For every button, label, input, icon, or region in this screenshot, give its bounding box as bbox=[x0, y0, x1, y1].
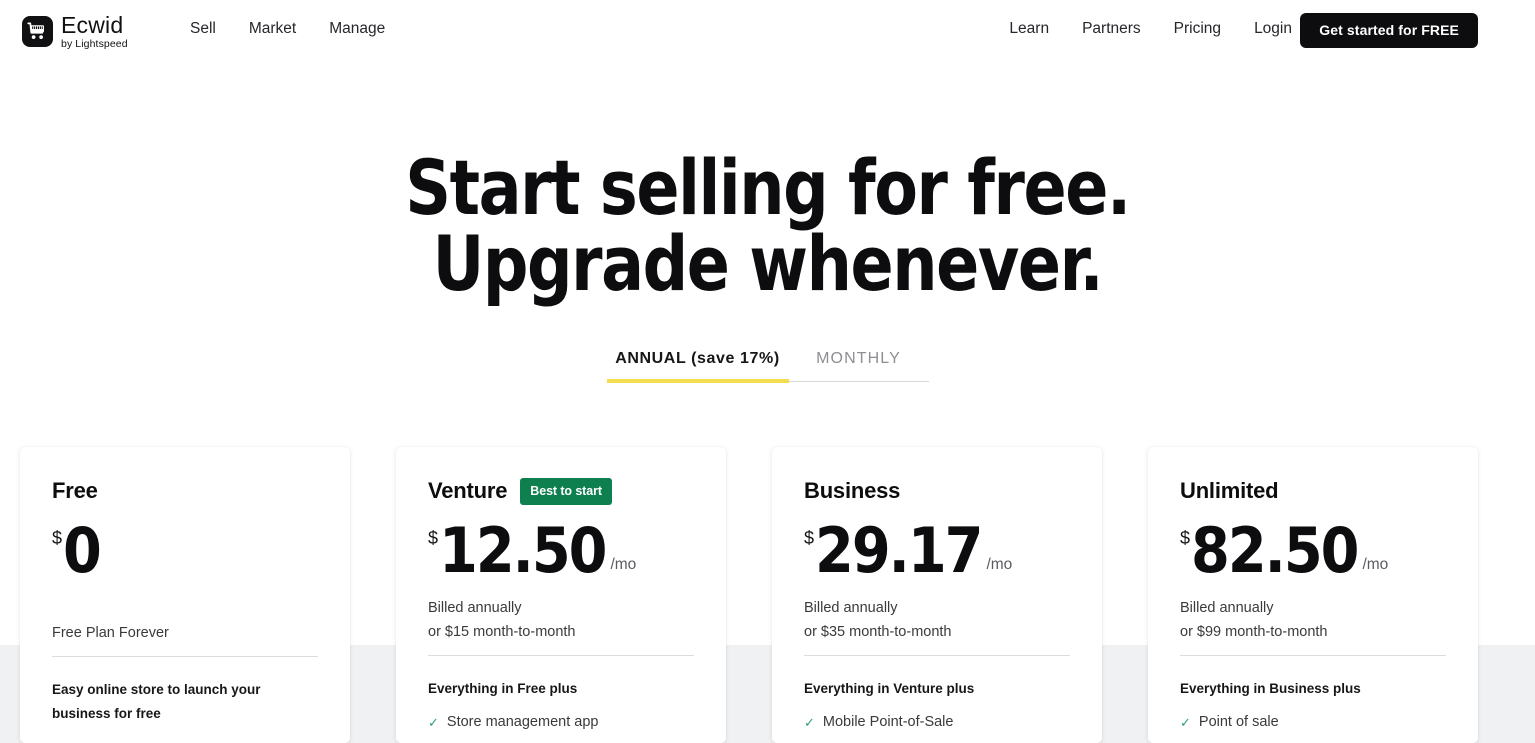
plan-name: Venture bbox=[428, 478, 508, 503]
nav-item-login[interactable]: Login bbox=[1254, 20, 1292, 38]
features-heading: Everything in Free plus bbox=[428, 681, 578, 696]
primary-nav: Sell Market Manage bbox=[190, 20, 385, 38]
price-period: /mo bbox=[986, 556, 1013, 573]
pricing-cards: Free $ 0 Free Plan Forever Easy online s… bbox=[0, 447, 1535, 743]
list-item: ✓ Mobile Point-of-Sale bbox=[804, 713, 1070, 732]
hero-line-2: Upgrade whenever. bbox=[432, 219, 1104, 308]
billing-line-1: Billed annually bbox=[428, 600, 522, 616]
currency-symbol: $ bbox=[804, 528, 815, 548]
currency-symbol: $ bbox=[1180, 528, 1191, 548]
list-item: ✓ Store management app bbox=[428, 713, 694, 732]
features-heading: Easy online store to launch your busines… bbox=[52, 682, 261, 721]
plan-name: Unlimited bbox=[1180, 478, 1279, 503]
plan-card-unlimited[interactable]: Unlimited $ 82.50 /mo Billed annually or… bbox=[1148, 447, 1478, 743]
check-icon: ✓ bbox=[1180, 715, 1191, 730]
billing-note: Billed annually or $15 month-to-month bbox=[428, 596, 694, 644]
price-value: 12.50 bbox=[439, 514, 607, 588]
billing-note: Billed annually or $35 month-to-month bbox=[804, 596, 1070, 644]
list-item: ✓ Point of sale bbox=[1180, 713, 1446, 732]
features-list: ✓ Mobile Point-of-Sale bbox=[804, 713, 1070, 732]
plan-card-venture[interactable]: Venture Best to start $ 12.50 /mo Billed… bbox=[396, 447, 726, 743]
nav-item-pricing[interactable]: Pricing bbox=[1174, 20, 1221, 38]
status-badge: Best to start bbox=[520, 477, 612, 505]
shopping-cart-icon bbox=[22, 16, 53, 48]
feature-label: Mobile Point-of-Sale bbox=[822, 714, 954, 730]
features-list: ✓ Store management app bbox=[428, 713, 694, 732]
plan-price: $ 82.50 /mo bbox=[1180, 514, 1446, 588]
logo-subtitle: by Lightspeed bbox=[61, 38, 128, 50]
nav-item-learn[interactable]: Learn bbox=[1009, 20, 1049, 38]
card-divider bbox=[428, 655, 694, 656]
get-started-button[interactable]: Get started for FREE bbox=[1300, 13, 1478, 48]
tab-annual[interactable]: ANNUAL (save 17%) bbox=[606, 350, 789, 383]
billing-line-2: or $15 month-to-month bbox=[428, 624, 576, 640]
billing-line-2: or $99 month-to-month bbox=[1180, 624, 1328, 640]
currency-symbol: $ bbox=[52, 528, 63, 548]
card-divider bbox=[1180, 655, 1446, 656]
hero-line-1: Start selling for free. bbox=[405, 143, 1131, 232]
tab-monthly-label: MONTHLY bbox=[816, 350, 901, 367]
check-icon: ✓ bbox=[428, 715, 439, 730]
feature-label: Store management app bbox=[446, 714, 599, 730]
feature-label: Point of sale bbox=[1198, 714, 1279, 730]
card-divider bbox=[804, 655, 1070, 656]
price-value: 82.50 bbox=[1191, 514, 1359, 588]
card-divider bbox=[52, 656, 318, 657]
currency-symbol: $ bbox=[428, 528, 439, 548]
plan-header: Free bbox=[52, 477, 318, 505]
secondary-nav: Learn Partners Pricing Login bbox=[1009, 20, 1292, 38]
check-icon: ✓ bbox=[804, 715, 815, 730]
price-period: /mo bbox=[610, 556, 637, 573]
nav-item-sell[interactable]: Sell bbox=[190, 20, 216, 38]
tab-annual-label: ANNUAL (save 17%) bbox=[615, 350, 780, 367]
nav-item-partners[interactable]: Partners bbox=[1082, 20, 1141, 38]
plan-card-free[interactable]: Free $ 0 Free Plan Forever Easy online s… bbox=[20, 447, 350, 743]
ecwid-logo[interactable]: Ecwid by Lightspeed bbox=[22, 14, 128, 50]
tab-monthly[interactable]: MONTHLY bbox=[788, 350, 929, 382]
plan-price: $ 29.17 /mo bbox=[804, 514, 1070, 588]
billing-note: Free Plan Forever bbox=[52, 621, 318, 645]
price-value: 29.17 bbox=[815, 514, 983, 588]
billing-period-toggle: ANNUAL (save 17%) MONTHLY bbox=[0, 350, 1535, 383]
features-heading: Everything in Venture plus bbox=[804, 681, 975, 696]
plan-price: $ 12.50 /mo bbox=[428, 514, 694, 588]
billing-note: Billed annually or $99 month-to-month bbox=[1180, 596, 1446, 644]
price-value: 0 bbox=[63, 514, 102, 588]
plan-name: Business bbox=[804, 478, 901, 503]
nav-item-market[interactable]: Market bbox=[249, 20, 296, 38]
tab-annual-underline bbox=[606, 379, 789, 383]
page-title: Start selling for free. Upgrade whenever… bbox=[54, 150, 1482, 302]
plan-header: Business bbox=[804, 477, 1070, 505]
hero-section: Start selling for free. Upgrade whenever… bbox=[0, 150, 1535, 302]
plan-price: $ 0 bbox=[52, 514, 318, 588]
billing-line-2: or $35 month-to-month bbox=[804, 624, 952, 640]
nav-item-manage[interactable]: Manage bbox=[329, 20, 385, 38]
features-list: ✓ Point of sale bbox=[1180, 713, 1446, 732]
billing-line-1: Billed annually bbox=[804, 600, 898, 616]
plan-card-business[interactable]: Business $ 29.17 /mo Billed annually or … bbox=[772, 447, 1102, 743]
logo-name: Ecwid bbox=[61, 12, 124, 38]
plan-header: Unlimited bbox=[1180, 477, 1446, 505]
billing-line-1: Billed annually bbox=[1180, 600, 1274, 616]
price-period: /mo bbox=[1362, 556, 1389, 573]
billing-line-1: Free Plan Forever bbox=[52, 625, 169, 641]
site-header: Ecwid by Lightspeed Sell Market Manage L… bbox=[0, 0, 1535, 60]
features-heading: Everything in Business plus bbox=[1180, 681, 1361, 696]
plan-name: Free bbox=[52, 478, 98, 503]
tab-monthly-underline bbox=[788, 381, 929, 382]
plan-header: Venture Best to start bbox=[428, 477, 694, 505]
pricing-page: Ecwid by Lightspeed Sell Market Manage L… bbox=[0, 0, 1535, 743]
